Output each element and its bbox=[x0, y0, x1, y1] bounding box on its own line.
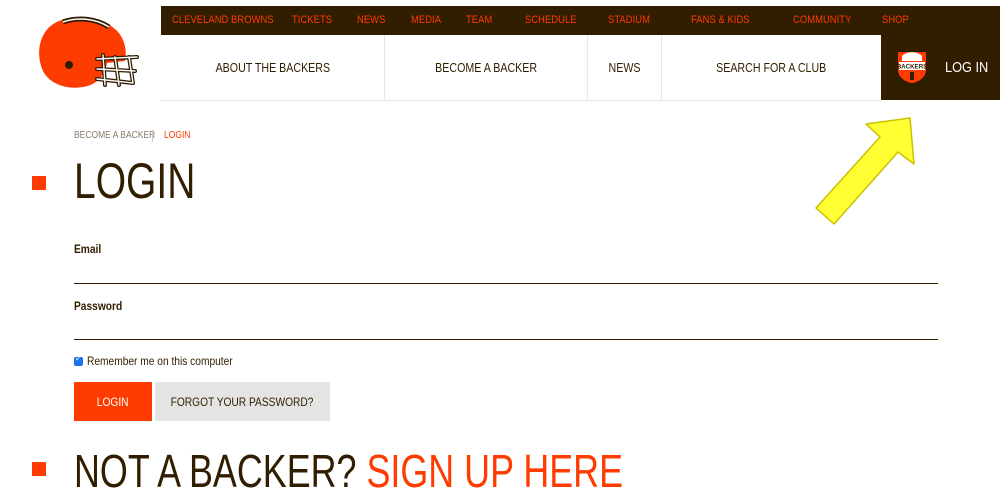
login-link[interactable]: BACKERS LOG IN bbox=[881, 35, 1000, 100]
sign-up-link[interactable]: SIGN UP HERE bbox=[366, 445, 623, 497]
breadcrumb-current: LOGIN bbox=[164, 130, 191, 141]
title-bullet-square bbox=[32, 176, 46, 190]
nav-become-label: BECOME A BACKER bbox=[435, 60, 537, 75]
breadcrumb-divider bbox=[152, 130, 153, 142]
nav-become-a-backer[interactable]: BECOME A BACKER bbox=[385, 35, 588, 100]
nav-search-label: SEARCH FOR A CLUB bbox=[716, 60, 827, 75]
backers-badge-icon: BACKERS bbox=[897, 52, 928, 83]
breadcrumb-become-a-backer[interactable]: BECOME A BACKER bbox=[74, 130, 155, 141]
nav-search-for-a-club[interactable]: SEARCH FOR A CLUB bbox=[662, 35, 881, 100]
nav-news-label: NEWS bbox=[608, 60, 641, 75]
top-nav-community[interactable]: COMMUNITY bbox=[793, 6, 851, 35]
annotation-arrow-icon bbox=[815, 117, 915, 225]
breadcrumb: BECOME A BACKER LOGIN bbox=[74, 130, 190, 142]
top-nav-tickets[interactable]: TICKETS bbox=[292, 6, 332, 35]
email-field[interactable] bbox=[74, 261, 938, 284]
nav-about-label: ABOUT THE BACKERS bbox=[215, 60, 330, 75]
password-field[interactable] bbox=[74, 317, 938, 340]
top-nav-media[interactable]: MEDIA bbox=[411, 6, 441, 35]
remember-label: Remember me on this computer bbox=[87, 354, 233, 368]
remember-checkbox[interactable] bbox=[74, 354, 83, 366]
password-label: Password bbox=[74, 299, 123, 313]
forgot-password-label: FORGOT YOUR PASSWORD? bbox=[171, 394, 314, 409]
nav-news[interactable]: NEWS bbox=[588, 35, 662, 100]
email-label: Email bbox=[74, 242, 102, 256]
top-nav-fans-kids[interactable]: FANS & KIDS bbox=[691, 6, 750, 35]
page-title: LOGIN bbox=[74, 153, 196, 209]
promo-bullet-square bbox=[32, 462, 46, 476]
login-link-label: LOG IN bbox=[945, 59, 989, 76]
top-nav-bar: CLEVELAND BROWNS TICKETS NEWS MEDIA TEAM… bbox=[161, 6, 1000, 35]
top-nav-cleveland-browns[interactable]: CLEVELAND BROWNS bbox=[172, 6, 274, 35]
top-nav-stadium[interactable]: STADIUM bbox=[608, 6, 650, 35]
nav-about-the-backers[interactable]: ABOUT THE BACKERS bbox=[161, 35, 385, 100]
login-button-label: LOGIN bbox=[97, 394, 129, 409]
browns-helmet-logo-icon bbox=[39, 16, 139, 88]
browns-logo[interactable] bbox=[10, 6, 162, 100]
top-nav-schedule[interactable]: SCHEDULE bbox=[525, 6, 577, 35]
top-nav-news[interactable]: NEWS bbox=[357, 6, 385, 35]
top-nav-shop[interactable]: SHOP bbox=[882, 6, 909, 35]
main-nav: ABOUT THE BACKERS BECOME A BACKER NEWS S… bbox=[161, 35, 881, 101]
promo-heading: NOT A BACKER? SIGN UP HERE bbox=[74, 443, 623, 499]
top-nav-team[interactable]: TEAM bbox=[466, 6, 492, 35]
badge-text: BACKERS bbox=[897, 64, 928, 71]
login-button[interactable]: LOGIN bbox=[74, 382, 152, 421]
promo-text: NOT A BACKER? bbox=[74, 445, 357, 497]
forgot-password-button[interactable]: FORGOT YOUR PASSWORD? bbox=[155, 382, 330, 421]
